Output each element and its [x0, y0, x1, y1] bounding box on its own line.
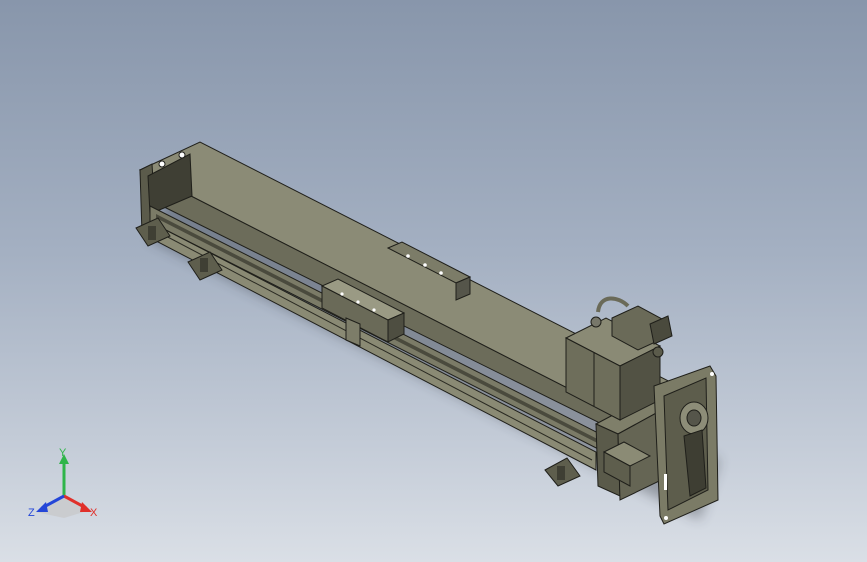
end-plate-bolt [664, 516, 668, 520]
slider-hole [356, 300, 360, 304]
connector-screw [590, 316, 602, 328]
end-plate-bolt [710, 372, 714, 376]
slider-hole [372, 308, 376, 312]
slider-hole [340, 292, 344, 296]
carriage-hole [406, 254, 410, 258]
x-axis-label: X [90, 507, 98, 519]
mount-hole [158, 160, 166, 168]
y-axis-label: Y [59, 448, 67, 459]
z-axis-label: Z [28, 507, 35, 519]
graphics-viewport[interactable]: Y X Z [0, 0, 867, 562]
mounting-foot [544, 457, 581, 487]
power-connector [652, 346, 664, 358]
carriage-hole [439, 271, 443, 275]
coordinate-triad[interactable]: Y X Z [24, 448, 104, 528]
encoder-cable [596, 296, 630, 313]
linear-actuator-model[interactable] [0, 0, 867, 562]
pulley-hub [686, 409, 702, 427]
z-axis-arrow [36, 502, 48, 512]
end-plate-marker [664, 474, 667, 490]
mount-hole [178, 151, 186, 159]
carriage-hole [423, 263, 427, 267]
